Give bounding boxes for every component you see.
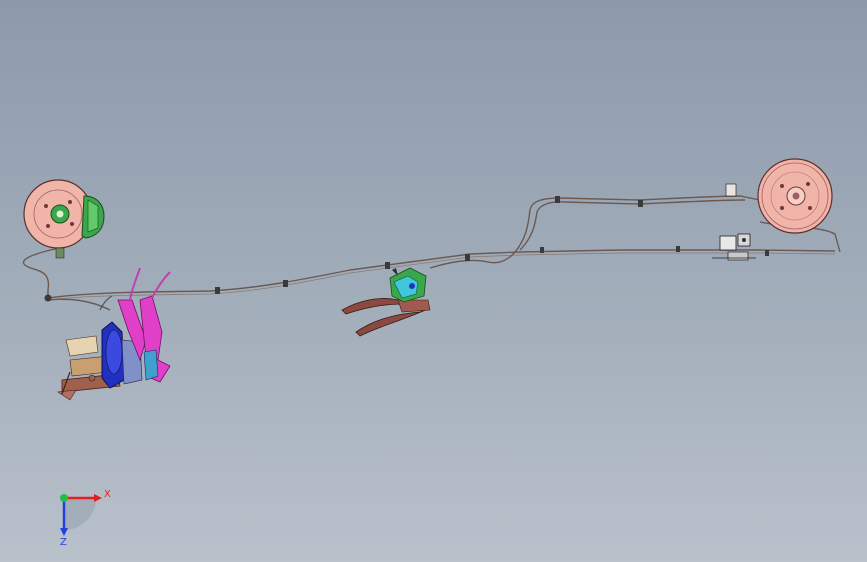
x-axis-arrow	[94, 494, 102, 502]
clip-4	[385, 262, 390, 269]
clip-10	[765, 250, 769, 256]
lever-arm-lower	[355, 307, 431, 337]
origin-marker	[60, 494, 68, 502]
clip-8	[638, 200, 643, 207]
brake-pedal-assembly[interactable]	[57, 267, 171, 401]
coordinate-triad: X Z	[60, 489, 111, 548]
clip-1	[44, 294, 52, 302]
graphics-viewport[interactable]: X Z	[0, 0, 867, 562]
clip-6	[540, 247, 544, 253]
clip-3	[283, 280, 288, 287]
assembly-scene[interactable]: X Z	[0, 0, 867, 562]
brake-line[interactable]	[22, 195, 841, 311]
z-axis-label: Z	[60, 537, 67, 548]
clip-7	[676, 246, 680, 252]
x-axis-label: X	[104, 489, 111, 500]
handbrake-lever-assembly[interactable]	[341, 267, 431, 337]
front-brake-assembly[interactable]	[23, 179, 105, 259]
lever-arm-upper	[341, 298, 403, 315]
rear-brake-valve[interactable]	[712, 233, 756, 261]
clip-2	[215, 287, 220, 294]
clip-5	[465, 254, 470, 261]
rear-line-fitting	[725, 183, 737, 197]
z-axis-arrow	[60, 528, 68, 536]
clip-9	[555, 196, 560, 203]
